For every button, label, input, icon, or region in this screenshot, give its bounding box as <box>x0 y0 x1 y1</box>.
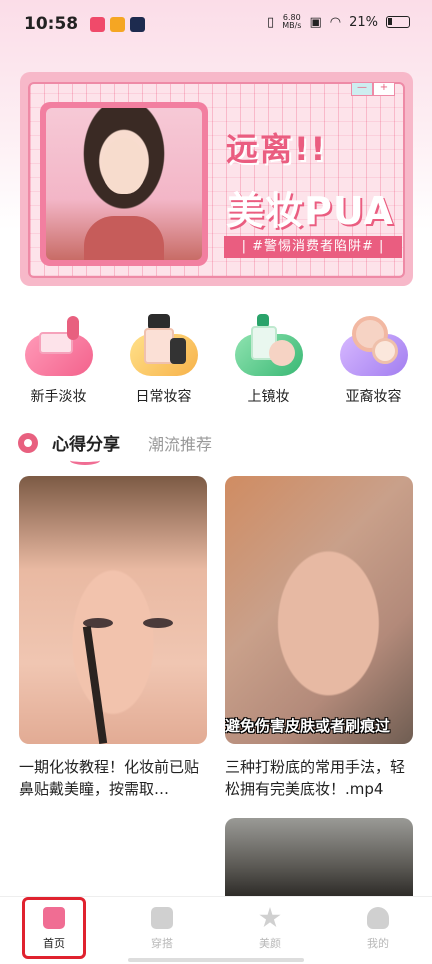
battery-percent: 21% <box>349 14 378 30</box>
banner-title: 美妆PUA <box>226 189 394 233</box>
category-row: 新手淡妆 日常妆容 上镜妆 亚裔妆容 <box>0 310 432 406</box>
card-title: 一期化妆教程！化妆前已贴鼻贴戴美瞳，按需取… <box>19 758 200 798</box>
window-controls: — + <box>351 82 395 96</box>
video-notification-icon <box>130 17 145 32</box>
shirt-icon <box>151 907 173 929</box>
banner-photo <box>46 108 202 260</box>
app-notification-icon <box>90 17 105 32</box>
category-asian[interactable]: 亚裔妆容 <box>324 310 424 406</box>
banner-headline: 远离!! <box>226 130 328 168</box>
serum-bottle-icon <box>129 310 198 376</box>
feed-card[interactable]: 一期化妆教程！化妆前已贴鼻贴戴美瞳，按需取… <box>19 476 207 800</box>
tab-experience[interactable]: 心得分享 <box>52 430 120 465</box>
vibrate-icon: ▯ <box>267 14 275 30</box>
lipstick-icon <box>24 310 93 376</box>
thumbnail-caption: 避免伤害皮肤或者刷痕过 <box>225 717 391 735</box>
nav-beauty[interactable]: 美颜 <box>216 897 324 964</box>
net-speed: 6.80 MB/s <box>282 13 302 30</box>
tab-trending[interactable]: 潮流推荐 <box>148 431 212 455</box>
banner-tag: | #警惕消费者陷阱# | <box>224 236 402 258</box>
home-indicator <box>128 958 304 962</box>
category-beginner[interactable]: 新手淡妆 <box>9 310 109 406</box>
plus-icon: + <box>373 82 395 96</box>
clock: 10:58 <box>24 14 79 34</box>
cushion-icon <box>234 310 303 376</box>
flower-icon <box>18 432 38 453</box>
wifi-icon: ◠ <box>329 14 342 30</box>
banner-photo-frame <box>40 102 208 266</box>
selection-highlight <box>22 897 86 959</box>
shopping-notification-icon <box>110 17 125 32</box>
star-icon <box>259 907 281 928</box>
nav-outfit[interactable]: 穿搭 <box>108 897 216 964</box>
content-tabs: 心得分享 潮流推荐 <box>18 430 212 465</box>
battery-icon <box>386 16 410 28</box>
user-icon <box>367 907 389 929</box>
feed-card[interactable]: 避免伤害皮肤或者刷痕过 三种打粉底的常用手法，轻松拥有完美底妆！.mp4 <box>225 476 413 800</box>
video-thumbnail <box>225 818 413 898</box>
nav-profile[interactable]: 我的 <box>324 897 432 964</box>
status-bar: 10:58 ▯ 6.80 MB/s ▣ ◠ 21% <box>0 0 432 48</box>
category-daily[interactable]: 日常妆容 <box>114 310 214 406</box>
category-camera[interactable]: 上镜妆 <box>219 310 319 406</box>
feed-card[interactable] <box>225 818 413 898</box>
sim-icon: ▣ <box>309 14 322 30</box>
card-title: 三种打粉底的常用手法，轻松拥有完美底妆！.mp4 <box>225 758 406 798</box>
compact-powder-icon <box>339 310 408 376</box>
promo-banner[interactable]: — + 远离!! 美妆PUA | #警惕消费者陷阱# | <box>20 72 413 286</box>
minimize-icon: — <box>351 82 373 96</box>
video-thumbnail: 避免伤害皮肤或者刷痕过 <box>225 476 413 744</box>
video-thumbnail <box>19 476 207 744</box>
banner-window: — + 远离!! 美妆PUA | #警惕消费者陷阱# | <box>28 82 405 278</box>
